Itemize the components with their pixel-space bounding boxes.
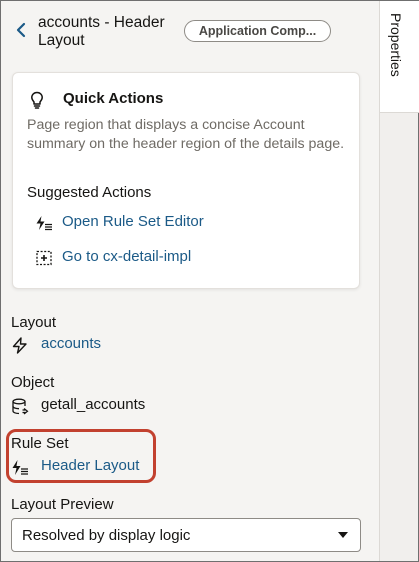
layout-link[interactable]: accounts xyxy=(41,335,101,352)
suggested-actions-heading: Suggested Actions xyxy=(27,184,152,201)
tab-properties[interactable]: Properties xyxy=(380,1,419,113)
quick-actions-description: Page region that displays a concise Acco… xyxy=(27,117,345,152)
page-target-icon xyxy=(36,250,52,266)
layout-preview-label: Layout Preview xyxy=(11,496,114,513)
quick-actions-card: Quick Actions Page region that displays … xyxy=(12,72,360,289)
rule-set-link[interactable]: Header Layout xyxy=(41,457,139,474)
component-type-badge: Application Comp... xyxy=(184,20,331,42)
object-value: getall_accounts xyxy=(41,396,146,413)
lightbulb-icon xyxy=(31,91,43,109)
properties-panel: accounts - Header Layout Application Com… xyxy=(1,1,379,561)
object-label: Object xyxy=(11,374,55,391)
database-icon xyxy=(12,398,29,415)
rule-set-icon xyxy=(12,460,28,475)
quick-actions-title: Quick Actions xyxy=(63,90,164,107)
caret-down-icon xyxy=(338,532,348,538)
lightning-icon xyxy=(12,337,27,354)
layout-preview-selected-value: Resolved by display logic xyxy=(22,527,191,544)
layout-label: Layout xyxy=(11,314,57,331)
open-rule-set-editor-label: Open Rule Set Editor xyxy=(62,213,204,230)
chevron-left-icon[interactable] xyxy=(15,22,27,38)
rule-set-label: Rule Set xyxy=(11,435,69,452)
rule-set-icon xyxy=(36,216,52,231)
page-title: accounts - Header Layout xyxy=(38,14,165,49)
tab-properties-label: Properties xyxy=(388,13,404,77)
go-to-detail-impl-label: Go to cx-detail-impl xyxy=(62,248,192,265)
side-tab-rail: Properties xyxy=(379,1,419,561)
layout-preview-select[interactable]: Resolved by display logic xyxy=(11,518,361,552)
